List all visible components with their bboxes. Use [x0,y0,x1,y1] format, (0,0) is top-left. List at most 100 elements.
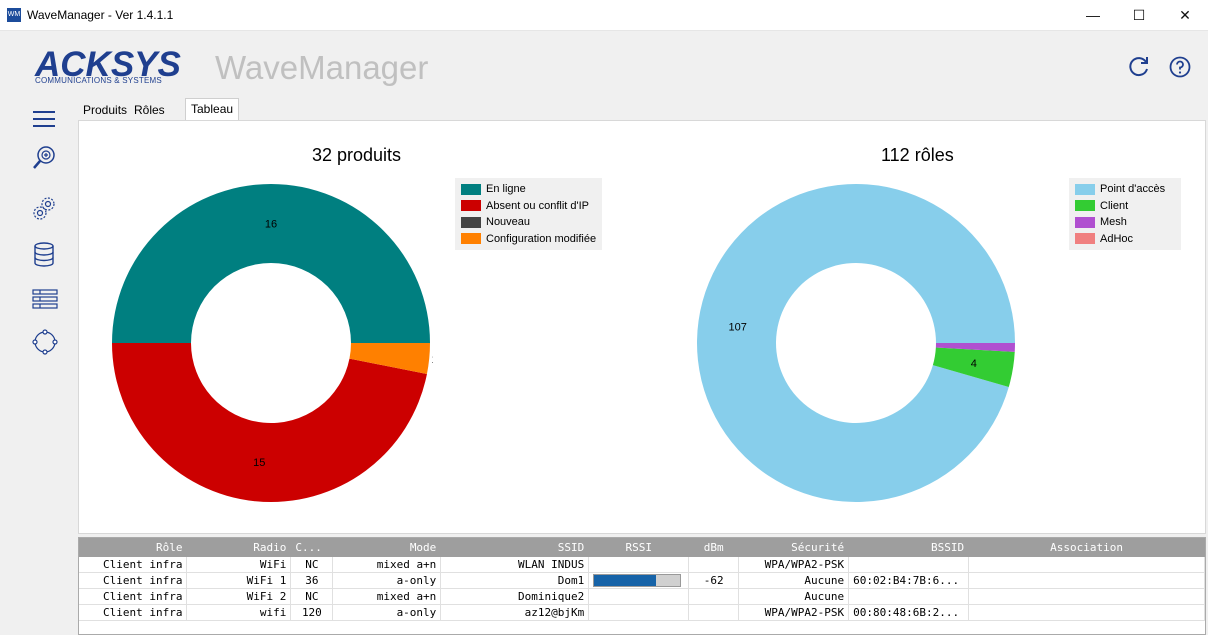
donut-slice[interactable] [112,343,427,502]
cell-bssid [848,557,970,573]
products-chart-title: 32 produits [312,145,402,165]
cell-dbm [688,604,740,621]
products-donut-chart: 16 15 1 [112,184,433,502]
legend-item: Client [1075,198,1175,215]
cell-c: 120 [290,604,334,621]
column-header-role[interactable]: Rôle [79,538,188,557]
column-header-channel[interactable]: C... [290,538,334,557]
legend-swatch [461,200,481,212]
maximize-button[interactable]: ☐ [1116,0,1162,30]
cell-role: Client infra [79,588,188,605]
legend-item: Mesh [1075,214,1175,231]
legend-swatch [1075,216,1095,228]
cell-ssid: WLAN INDUS [440,557,590,573]
refresh-icon[interactable] [1127,55,1151,79]
slice-value-label: 16 [265,219,277,231]
legend-item: AdHoc [1075,231,1175,248]
cell-mode: a-only [332,604,442,621]
legend-swatch [1075,200,1095,212]
cell-radio: WiFi 1 [186,572,292,589]
legend-item: Nouveau [461,214,596,231]
slice-value-label: 107 [728,321,746,333]
legend-label: Point d'accès [1100,183,1166,196]
cell-association [968,588,1205,605]
title-bar: WM WaveManager - Ver 1.4.1.1 — ☐ ✕ [0,0,1208,31]
legend-item: Configuration modifiée [461,231,596,248]
table-row[interactable]: Client infra wifi 120 a-only az12@bjKm WPA/WP… [79,604,1205,621]
cell-rssi [588,604,690,621]
tab-tableau-de-bord[interactable]: Tableau de bord [185,98,240,137]
acksys-logo-subtitle: COMMUNICATIONS & SYSTEMS [35,76,162,85]
column-header-security[interactable]: Sécurité [738,538,850,557]
cell-role: Client infra [79,604,188,621]
column-header-ssid[interactable]: SSID [440,538,590,557]
cell-c: NC [290,557,334,573]
database-icon[interactable] [32,241,56,269]
cell-security: WPA/WPA2-PSK [738,604,850,621]
cell-association [968,572,1205,589]
cell-rssi [588,572,690,589]
rssi-bar-fill [594,575,657,586]
legend-label: Nouveau [486,216,531,229]
legend-label: Absent ou conflit d'IP [486,199,589,212]
column-header-mode[interactable]: Mode [332,538,442,557]
search-device-icon[interactable] [31,144,57,172]
help-icon[interactable] [1168,55,1192,79]
cell-radio: wifi [186,604,292,621]
settings-icon[interactable] [31,194,59,222]
column-header-dbm[interactable]: dBm [688,538,740,557]
legend-item: Absent ou conflit d'IP [461,198,596,215]
sidebar [0,100,78,633]
cell-security: Aucune [738,572,850,589]
donut-slice[interactable] [697,183,1015,502]
legend-label: En ligne [486,183,526,196]
legend-label: AdHoc [1100,232,1134,245]
column-header-radio[interactable]: Radio [186,538,292,557]
close-button[interactable]: ✕ [1162,0,1208,30]
slice-value-label: 1 [432,354,433,366]
roles-legend: Point d'accès Client Mesh AdHoc [1069,178,1181,250]
cell-dbm [688,588,740,605]
table-row[interactable]: Client infra WiFi 2 NC mixed a+n Dominique2 A… [79,588,1205,605]
cell-role: Client infra [79,572,188,589]
minimize-button[interactable]: — [1070,0,1116,30]
app-header: ACKSYS COMMUNICATIONS & SYSTEMS WaveMana… [0,31,1208,99]
dashboard-panel: 32 produits 16 15 1 En ligne Absent ou con… [78,120,1206,534]
tab-produits[interactable]: Produits [78,100,132,120]
cell-rssi [588,557,690,573]
products-legend: En ligne Absent ou conflit d'IP Nouveau … [455,178,603,250]
table-row[interactable]: Client infra WiFi 1 36 a-only Dom1 -62 Aucune 6… [79,572,1205,589]
slice-value-label: 1 [1017,343,1018,355]
cell-bssid: 00:80:48:6B:2... [848,604,970,621]
column-header-rssi[interactable]: RSSI [588,538,690,557]
column-header-association[interactable]: Association [968,538,1205,557]
cell-security: Aucune [738,588,850,605]
cell-role: Client infra [79,557,188,573]
cell-ssid: az12@bjKm [440,604,590,621]
donut-slice[interactable] [112,184,430,343]
cell-c: 36 [290,572,334,589]
window-title: WaveManager - Ver 1.4.1.1 [27,8,174,22]
legend-label: Mesh [1100,216,1127,229]
cell-bssid [848,588,970,605]
table-row[interactable]: Client infra WiFi NC mixed a+n WLAN INDUS WPA… [79,557,1205,573]
cell-security: WPA/WPA2-PSK [738,557,850,573]
legend-swatch [461,183,481,195]
roles-table: Rôle Radio C... Mode SSID RSSI dBm Sécur… [78,537,1206,635]
app-name: WaveManager [215,49,429,86]
cell-mode: mixed a+n [332,557,442,573]
cell-ssid: Dominique2 [440,588,590,605]
legend-swatch [1075,233,1095,245]
cell-bssid: 60:02:B4:7B:6... [848,572,970,589]
cell-association [968,557,1205,573]
cell-mode: mixed a+n [332,588,442,605]
table-body: Client infra WiFi NC mixed a+n WLAN INDUS WPA… [79,557,1205,621]
legend-label: Client [1100,199,1129,212]
cell-dbm: -62 [688,572,740,589]
column-header-bssid[interactable]: BSSID [848,538,970,557]
list-icon[interactable] [31,287,59,311]
network-icon[interactable] [31,328,59,356]
menu-icon[interactable] [31,106,57,132]
tab-roles[interactable]: Rôles [129,100,170,120]
rssi-bar [593,574,682,587]
